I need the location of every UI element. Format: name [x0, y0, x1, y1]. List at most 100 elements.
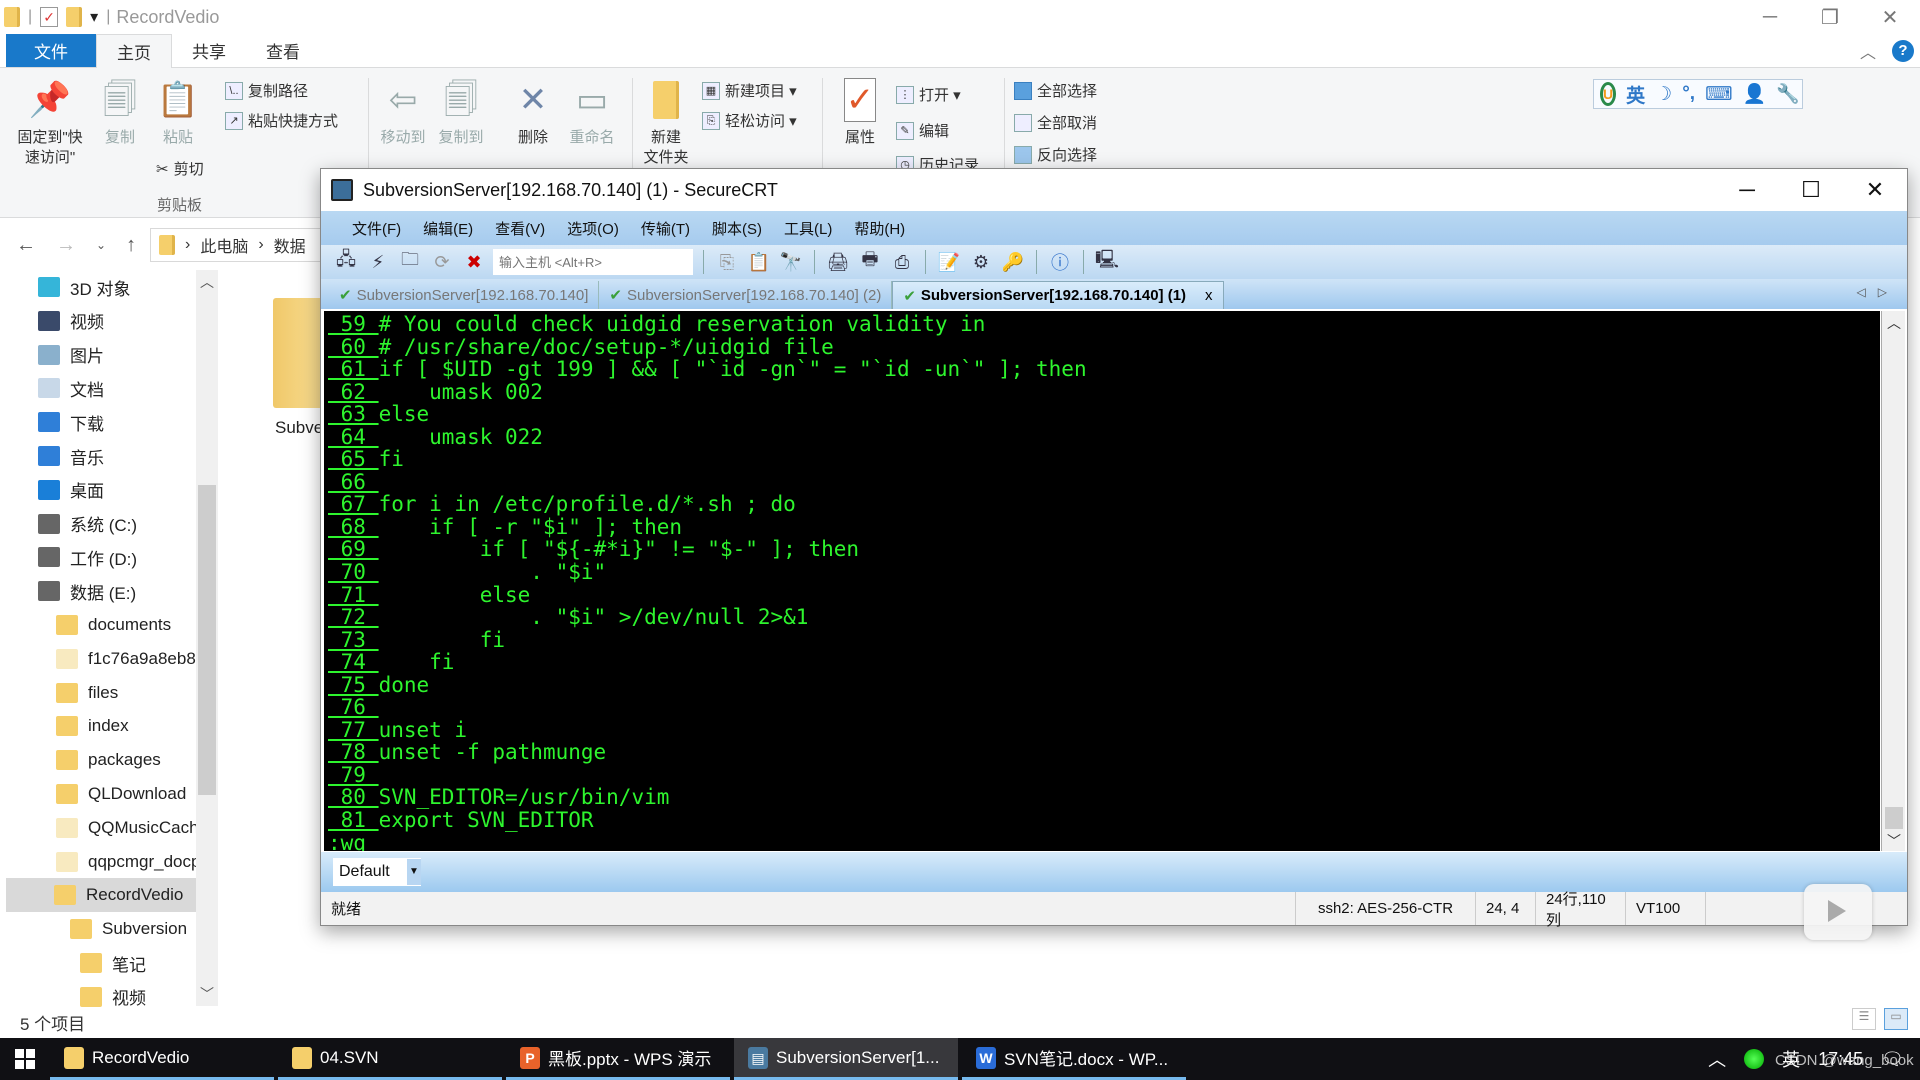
scroll-thumb[interactable] [198, 485, 216, 795]
taskbar-item[interactable]: ▤ SubversionServer[1... [734, 1038, 958, 1080]
tree-item[interactable]: f1c76a9a8eb8 [56, 642, 196, 676]
easy-access-button[interactable]: ⎘ 轻松访问 ▾ [702, 110, 797, 131]
maximize-button[interactable]: ☐ [1779, 169, 1843, 211]
copy-icon[interactable]: ⎘ [714, 250, 740, 274]
menu-item[interactable]: 编辑(E) [412, 218, 484, 239]
tree-item[interactable]: 笔记 [80, 946, 146, 980]
scroll-up-icon[interactable]: ︿ [1882, 313, 1906, 333]
new-folder-button[interactable]: 新建 文件夹 [640, 78, 692, 168]
vim-command-line[interactable]: :wq [328, 832, 1880, 851]
scroll-down-icon[interactable]: ﹀ [196, 984, 218, 1004]
quick-connect-icon[interactable]: ⚡ [365, 250, 391, 274]
print-screen-icon[interactable]: 🖨 [825, 250, 851, 274]
tree-item[interactable]: 下载 [38, 405, 104, 439]
close-button[interactable]: ✕ [1860, 0, 1920, 34]
global-options-icon[interactable]: ⚙ [968, 250, 994, 274]
sftp-icon[interactable]: 🖳 [1094, 249, 1120, 274]
tree-item[interactable]: 桌面 [38, 473, 104, 507]
terminal[interactable]: 59 # You could check uidgid reservation … [324, 311, 1880, 851]
cut-button[interactable]: ✂ 剪切 [156, 158, 204, 179]
open-button[interactable]: ⋮ 打开 ▾ [896, 84, 961, 105]
key-icon[interactable]: 🔑 [1000, 250, 1026, 274]
taskbar-item[interactable]: W SVN笔记.docx - WP... [962, 1038, 1186, 1080]
new-item-button[interactable]: ▦ 新建项目 ▾ [702, 80, 797, 101]
tree-item[interactable]: 视频 [80, 980, 146, 1010]
taskbar-item[interactable]: P 黑板.pptx - WPS 演示 [506, 1038, 730, 1080]
recent-locations-icon[interactable]: ⌄ [96, 238, 106, 252]
folder-icon[interactable] [273, 298, 323, 408]
disconnect-icon[interactable]: ✖ [461, 250, 487, 274]
connect-in-tab-icon[interactable]: 🗀 [397, 249, 423, 274]
session-options-icon[interactable]: 📝 [936, 250, 962, 274]
edit-button[interactable]: ✎ 编辑 [896, 120, 949, 141]
tree-item[interactable]: QLDownload [56, 777, 186, 811]
pin-quick-access-button[interactable]: 📌 固定到"快 速访问" [10, 78, 90, 168]
session-tab[interactable]: ✔ SubversionServer[192.168.70.140] (1) x [892, 281, 1224, 309]
session-tab[interactable]: ✔ SubversionServer[192.168.70.140] (2) [599, 281, 893, 309]
collapse-ribbon-icon[interactable]: ︿ [1860, 39, 1876, 63]
address-bar[interactable]: › 此电脑 › 数据 [150, 228, 330, 262]
menu-item[interactable]: 脚本(S) [701, 218, 773, 239]
tree-item[interactable]: documents [56, 608, 171, 642]
menu-item[interactable]: 工具(L) [773, 218, 843, 239]
properties-icon[interactable]: ✓ [40, 7, 59, 27]
select-none-button[interactable]: 全部取消 [1014, 112, 1097, 133]
video-play-overlay-icon[interactable] [1804, 884, 1872, 940]
scroll-thumb[interactable] [1885, 807, 1903, 829]
scroll-up-icon[interactable]: ︿ [196, 272, 218, 292]
menu-item[interactable]: 帮助(H) [843, 218, 916, 239]
large-icons-view-icon[interactable]: ▭ [1884, 1008, 1908, 1030]
copy-to-button[interactable]: 🗐 复制到 [434, 78, 488, 148]
details-view-icon[interactable]: ☰ [1852, 1008, 1876, 1030]
show-hidden-icons-icon[interactable]: ︿ [1708, 1046, 1726, 1072]
tree-item[interactable]: qqpcmgr_docpro [56, 845, 216, 879]
new-folder-icon[interactable] [66, 7, 83, 27]
copy-button[interactable]: 🗐 复制 [98, 78, 142, 148]
invert-selection-button[interactable]: 反向选择 [1014, 144, 1097, 165]
taskbar-item[interactable]: 04.SVN [278, 1038, 502, 1080]
copy-path-button[interactable]: \.. 复制路径 [225, 80, 308, 101]
tree-item[interactable]: 视频 [38, 304, 104, 338]
tree-item[interactable]: 音乐 [38, 439, 104, 473]
menu-item[interactable]: 选项(O) [556, 218, 630, 239]
menu-item[interactable]: 文件(F) [341, 218, 412, 239]
tab-view[interactable]: 查看 [246, 34, 320, 67]
terminal-scrollbar[interactable]: ︿ ﹀ [1881, 311, 1905, 851]
paste-icon[interactable]: 📋 [746, 250, 772, 274]
properties-button[interactable]: ✓ 属性 [836, 78, 884, 148]
paste-button[interactable]: 📋 粘贴 [156, 78, 200, 148]
user-icon[interactable]: 👤 [1743, 82, 1767, 106]
print-icon[interactable]: ⎙ [889, 250, 915, 274]
tab-file[interactable]: 文件 [6, 34, 96, 67]
tree-item[interactable]: index [56, 709, 129, 743]
wrench-icon[interactable]: 🔧 [1776, 82, 1800, 106]
host-input[interactable] [493, 249, 693, 275]
forward-arrow-icon[interactable]: → [56, 234, 76, 257]
connect-icon[interactable]: 🖧 [333, 249, 359, 274]
back-arrow-icon[interactable]: ← [16, 234, 36, 257]
print-selection-icon[interactable]: 🖶 [857, 249, 883, 274]
dropdown-arrow-icon[interactable]: ▼ [407, 859, 421, 885]
punctuation-icon[interactable]: °, [1682, 83, 1695, 105]
tree-item[interactable]: packages [56, 743, 161, 777]
moon-icon[interactable]: ☽ [1655, 83, 1672, 106]
tab-share[interactable]: 共享 [172, 34, 246, 67]
session-tab[interactable]: ✔ SubversionServer[192.168.70.140] [329, 281, 600, 309]
breadcrumb-this-pc[interactable]: 此电脑 [200, 233, 248, 257]
tree-item[interactable]: 数据 (E:) [38, 574, 136, 608]
tab-home[interactable]: 主页 [96, 34, 172, 68]
minimize-button[interactable]: ─ [1715, 169, 1779, 211]
scroll-down-icon[interactable]: ﹀ [1882, 831, 1906, 851]
tab-scroll-arrows[interactable]: ◁▷ [1857, 285, 1899, 299]
taskbar-item[interactable]: RecordVedio [50, 1038, 274, 1080]
minimize-button[interactable]: ─ [1740, 0, 1800, 34]
rename-button[interactable]: ▭ 重命名 [564, 78, 620, 148]
tree-item[interactable]: QQMusicCache [56, 811, 208, 845]
help-icon[interactable]: ? [1892, 39, 1914, 62]
start-button[interactable] [0, 1038, 50, 1080]
tree-item[interactable]: files [56, 676, 118, 710]
maximize-button[interactable]: ❐ [1800, 0, 1860, 34]
select-all-button[interactable]: 全部选择 [1014, 80, 1097, 101]
find-icon[interactable]: 🔭 [778, 250, 804, 274]
delete-button[interactable]: ✕ 删除 [508, 78, 558, 148]
